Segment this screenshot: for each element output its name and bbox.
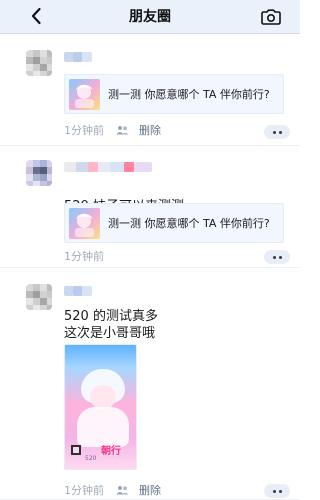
- shared-link-title: 测一测 你愿意哪个 TA 伴你前行?: [108, 88, 270, 101]
- username[interactable]: [64, 286, 92, 296]
- shared-link-thumbnail: [69, 78, 100, 110]
- post-meta: 1分钟前: [64, 248, 284, 264]
- more-options-button[interactable]: [264, 484, 290, 498]
- more-options-button[interactable]: [264, 125, 290, 139]
- post-meta: 1分钟前 删除: [64, 482, 284, 498]
- anime-thumbnail-icon: [69, 78, 100, 110]
- avatar[interactable]: [26, 160, 52, 186]
- moment-post: 测一测 你愿意哪个 TA 伴你前行? 1分钟前 删除: [0, 34, 300, 146]
- post-time: 1分钟前: [64, 250, 104, 263]
- people-icon: [116, 125, 129, 135]
- page-title: 朋友圈: [129, 9, 171, 25]
- delete-button[interactable]: 删除: [139, 482, 161, 498]
- moment-post: 520 妹子可以来测测 😸 测一测 你愿意哪个 TA 伴你前行? 1分钟前: [0, 146, 300, 268]
- shared-link-card[interactable]: 测一测 你愿意哪个 TA 伴你前行?: [64, 74, 284, 114]
- poster-small-text: 520: [85, 455, 97, 462]
- shared-link-card[interactable]: 测一测 你愿意哪个 TA 伴你前行?: [64, 203, 284, 243]
- poster-image[interactable]: 朝行 520: [64, 344, 137, 470]
- post-text: 520 的测试真多 这次是小哥哥哦: [64, 309, 158, 341]
- top-bar: 朋友圈: [0, 0, 300, 34]
- post-time: 1分钟前: [64, 484, 104, 497]
- anime-thumbnail-icon: [69, 207, 100, 239]
- username[interactable]: [64, 162, 152, 172]
- poster-shirt-shape: [77, 407, 129, 447]
- qr-code-icon: [71, 445, 81, 455]
- avatar[interactable]: [26, 50, 52, 76]
- poster-brand-text: 朝行: [101, 446, 121, 457]
- shared-link-title: 测一测 你愿意哪个 TA 伴你前行?: [108, 217, 270, 230]
- avatar[interactable]: [26, 284, 52, 310]
- moment-post: 520 的测试真多 这次是小哥哥哦 朝行 520 1分钟前 删除: [0, 268, 300, 500]
- post-meta: 1分钟前 删除: [64, 122, 284, 138]
- poster-face-shape: [90, 385, 116, 409]
- username[interactable]: [64, 52, 92, 62]
- shared-link-thumbnail: [69, 207, 100, 239]
- camera-button[interactable]: [260, 7, 282, 27]
- delete-button[interactable]: 删除: [139, 122, 161, 138]
- moments-feed: 测一测 你愿意哪个 TA 伴你前行? 1分钟前 删除 测一测 你愿意哪个 TA …: [0, 34, 300, 500]
- camera-icon: [261, 9, 281, 25]
- people-icon: [116, 485, 129, 495]
- post-time: 1分钟前: [64, 124, 104, 137]
- more-options-button[interactable]: [264, 250, 290, 264]
